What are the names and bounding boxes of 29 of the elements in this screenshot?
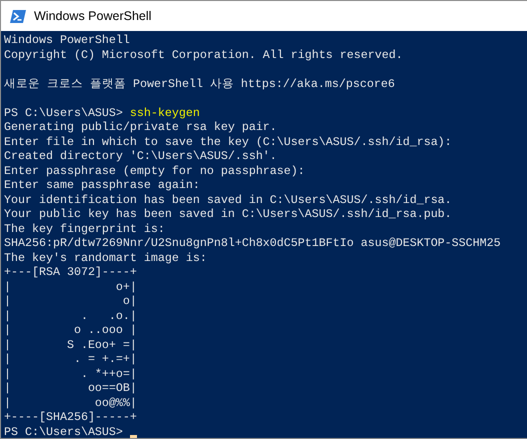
- output-line: +---[RSA 3072]----+: [4, 265, 137, 280]
- output-line: | . = +.=+|: [4, 352, 137, 366]
- output-line: SHA256:pR/dtw7269Nnr/U2Snu8gnPn8l+Ch8x0dC5Pt1BFtIo asus@DESKTOP-SSCHM25: [4, 236, 501, 250]
- output-line: Copyright (C) Microsoft Corporation. All rights reserved.: [4, 48, 403, 62]
- output-line: The key fingerprint is:: [4, 222, 165, 236]
- output-line: Your public key has been saved in C:\Users\ASUS/.ssh/id_rsa.pub.: [4, 207, 452, 222]
- output-line: 새로운 크로스 플랫폼 PowerShell 사용 https://aka.ms/pscore6: [4, 76, 395, 91]
- output-line: | o|: [4, 294, 137, 308]
- output-line: | . .o.|: [4, 308, 137, 323]
- output-line: | oo==OB|: [4, 381, 137, 396]
- output-line: Generating public/private rsa key pair.: [4, 120, 277, 134]
- output-line: The key's randomart image is:: [4, 250, 207, 265]
- output-line: Your identification has been saved in C:\Users\ASUS/.ssh/id_rsa.: [4, 192, 452, 207]
- output-line: | . *++o=|: [4, 366, 137, 381]
- output-line: Windows PowerShell: [4, 33, 130, 48]
- output-line: | o+|: [4, 280, 137, 294]
- output-line: | o ..ooo |: [4, 323, 137, 338]
- prompt-text: PS C:\Users\ASUS>: [4, 424, 123, 438]
- powershell-icon: [10, 10, 26, 22]
- output-line: Enter file in which to save the key (C:\Users\ASUS/.ssh/id_rsa):: [4, 134, 452, 149]
- prompt-text: PS C:\Users\ASUS>: [4, 106, 123, 120]
- command-text: ssh-keygen: [130, 106, 200, 120]
- output-line: Created directory 'C:\Users\ASUS/.ssh'.: [4, 149, 277, 164]
- output-line: +----[SHA256]-----+: [4, 410, 137, 424]
- output-line: | oo@%%|: [4, 396, 137, 410]
- output-line: Enter passphrase (empty for no passphrase):: [4, 164, 305, 178]
- output-line: | S .Eoo+ =|: [4, 338, 137, 352]
- output-line: Enter same passphrase again:: [4, 178, 200, 192]
- window-title: Windows PowerShell: [34, 9, 152, 23]
